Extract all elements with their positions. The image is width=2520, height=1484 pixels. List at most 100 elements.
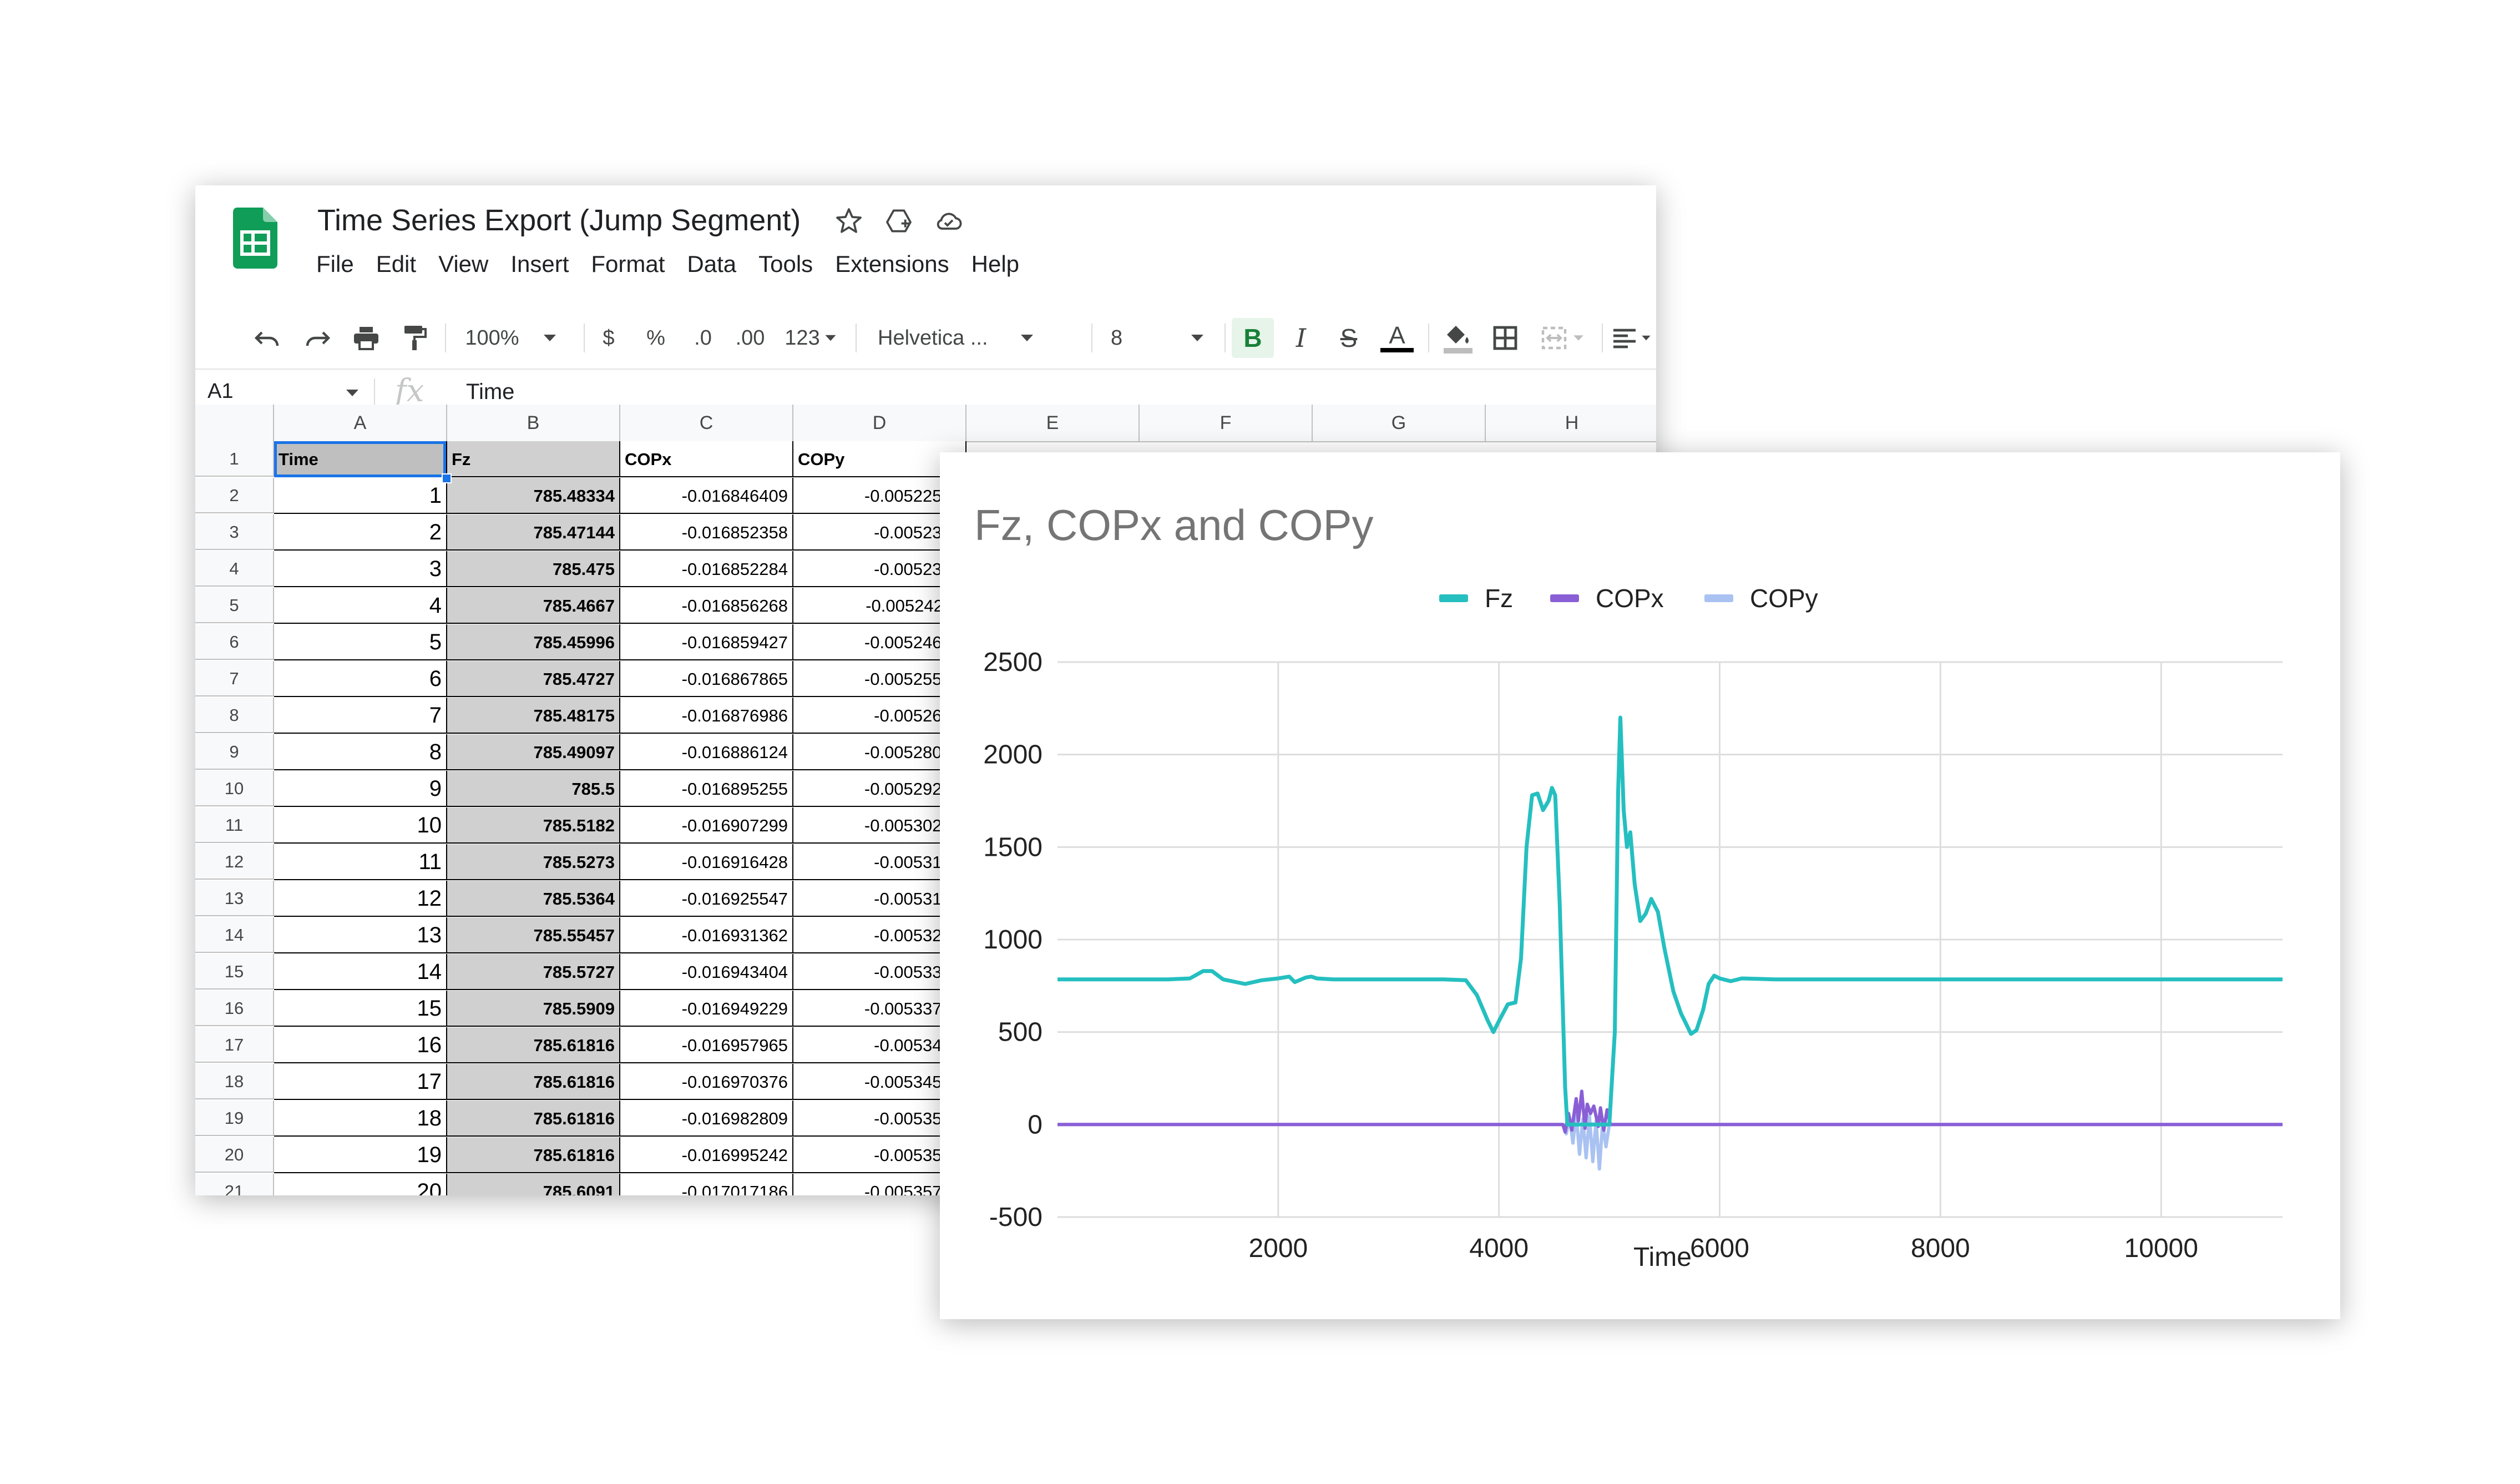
table-cell[interactable]: 785.61816 [447, 1137, 620, 1173]
table-cell[interactable]: 785.4667 [447, 588, 620, 624]
table-cell[interactable]: -0.016931362 [620, 917, 793, 953]
series-line-copx[interactable] [1057, 1089, 2283, 1134]
table-cell[interactable]: -0.016907299 [620, 807, 793, 844]
fill-handle[interactable] [442, 473, 452, 483]
table-cell[interactable]: 6 [274, 661, 447, 697]
redo-button[interactable] [301, 321, 334, 355]
series-line-fz[interactable] [1057, 715, 2283, 1127]
table-cell[interactable]: 785.475 [447, 551, 620, 587]
table-cell[interactable]: 785.47144 [447, 514, 620, 551]
column-header-e[interactable]: E [966, 405, 1140, 441]
star-icon[interactable] [833, 205, 864, 236]
table-cell[interactable]: 785.5727 [447, 954, 620, 990]
table-cell[interactable]: 17 [274, 1064, 447, 1100]
table-cell[interactable]: 15 [274, 991, 447, 1027]
table-cell[interactable]: 785.61816 [447, 1101, 620, 1137]
chart-panel[interactable]: Fz, COPx and COPy Fz COPx COPy -500 0 500 1… [940, 452, 2340, 1319]
strikethrough-button[interactable]: S [1329, 321, 1368, 355]
merge-cells-button[interactable] [1532, 321, 1593, 355]
series-line-copy[interactable] [1057, 1112, 2283, 1171]
table-cell[interactable]: 12 [274, 881, 447, 917]
row-header[interactable]: 12 [195, 844, 274, 880]
menu-file[interactable]: File [316, 251, 354, 277]
table-cell[interactable]: 4 [274, 588, 447, 624]
table-cell[interactable]: -0.016982809 [620, 1101, 793, 1137]
move-to-drive-icon[interactable] [883, 205, 914, 236]
menu-edit[interactable]: Edit [376, 251, 416, 277]
row-header[interactable]: 17 [195, 1027, 274, 1063]
column-header-b[interactable]: B [447, 405, 620, 441]
row-header[interactable]: 2 [195, 478, 274, 513]
table-cell[interactable]: 14 [274, 954, 447, 990]
table-cell[interactable]: -0.016852284 [620, 551, 793, 587]
table-cell[interactable]: -0.016895255 [620, 771, 793, 807]
table-cell[interactable]: -0.016846409 [620, 478, 793, 514]
table-cell[interactable]: -0.016943404 [620, 954, 793, 990]
paint-format-button[interactable] [398, 321, 431, 355]
google-sheets-logo-icon[interactable] [233, 208, 277, 269]
menu-insert[interactable]: Insert [510, 251, 569, 277]
percent-format-button[interactable]: % [639, 321, 672, 355]
table-cell[interactable]: 2 [274, 514, 447, 551]
table-cell[interactable]: 8 [274, 734, 447, 770]
column-header-a[interactable]: A [274, 405, 447, 441]
text-color-button[interactable]: A [1376, 321, 1418, 355]
table-cell[interactable]: 785.5909 [447, 991, 620, 1027]
table-cell[interactable]: -0.016859427 [620, 624, 793, 660]
fill-color-button[interactable] [1437, 321, 1479, 355]
column-header-g[interactable]: G [1313, 405, 1486, 441]
row-header[interactable]: 16 [195, 991, 274, 1026]
table-cell[interactable]: 785.5182 [447, 807, 620, 844]
table-cell[interactable]: 785.48334 [447, 478, 620, 514]
table-cell[interactable]: -0.016852358 [620, 514, 793, 551]
borders-button[interactable] [1486, 321, 1525, 355]
italic-button[interactable]: I [1282, 321, 1320, 355]
formula-input[interactable]: Time [466, 380, 514, 405]
column-header-d[interactable]: D [793, 405, 966, 441]
table-cell[interactable]: 785.61816 [447, 1027, 620, 1063]
cloud-saved-icon[interactable] [933, 205, 964, 236]
table-cell[interactable]: -0.016886124 [620, 734, 793, 770]
table-cell[interactable]: 785.61816 [447, 1064, 620, 1100]
table-cell[interactable]: 7 [274, 698, 447, 734]
table-cell[interactable]: 16 [274, 1027, 447, 1063]
menu-format[interactable]: Format [591, 251, 665, 277]
table-cell[interactable]: -0.016867865 [620, 661, 793, 697]
header-cell[interactable]: COPx [620, 441, 793, 477]
table-cell[interactable]: 19 [274, 1137, 447, 1173]
row-header[interactable]: 3 [195, 514, 274, 550]
row-header[interactable]: 19 [195, 1101, 274, 1136]
menu-help[interactable]: Help [971, 251, 1019, 277]
column-header-c[interactable]: C [620, 405, 793, 441]
table-cell[interactable]: -0.016876986 [620, 698, 793, 734]
table-cell[interactable]: 785.5 [447, 771, 620, 807]
table-cell[interactable]: 3 [274, 551, 447, 587]
row-header[interactable]: 13 [195, 881, 274, 916]
table-cell[interactable]: -0.016925547 [620, 881, 793, 917]
row-header[interactable]: 9 [195, 734, 274, 770]
horizontal-align-button[interactable] [1610, 321, 1654, 355]
table-cell[interactable]: 13 [274, 917, 447, 953]
menu-data[interactable]: Data [687, 251, 736, 277]
table-cell[interactable]: 785.4727 [447, 661, 620, 697]
increase-decimal-button[interactable]: .00 [728, 321, 772, 355]
decrease-decimal-button[interactable]: .0 [684, 321, 722, 355]
print-button[interactable] [350, 321, 383, 355]
menu-extensions[interactable]: Extensions [835, 251, 949, 277]
table-cell[interactable]: -0.016856268 [620, 588, 793, 624]
bold-button[interactable]: B [1232, 318, 1274, 358]
row-header[interactable]: 4 [195, 551, 274, 587]
row-header[interactable]: 6 [195, 624, 274, 660]
table-cell[interactable]: 11 [274, 844, 447, 880]
column-header-h[interactable]: H [1486, 405, 1656, 441]
row-header[interactable]: 18 [195, 1064, 274, 1099]
table-cell[interactable]: 5 [274, 624, 447, 660]
row-header[interactable]: 10 [195, 771, 274, 806]
table-cell[interactable]: 785.49097 [447, 734, 620, 770]
table-cell[interactable]: 18 [274, 1101, 447, 1137]
column-header-f[interactable]: F [1140, 405, 1313, 441]
header-cell[interactable]: Fz [447, 441, 620, 477]
table-cell[interactable]: -0.017017186 [620, 1174, 793, 1195]
name-box[interactable]: A1 [208, 380, 233, 403]
table-cell[interactable]: 785.45996 [447, 624, 620, 660]
